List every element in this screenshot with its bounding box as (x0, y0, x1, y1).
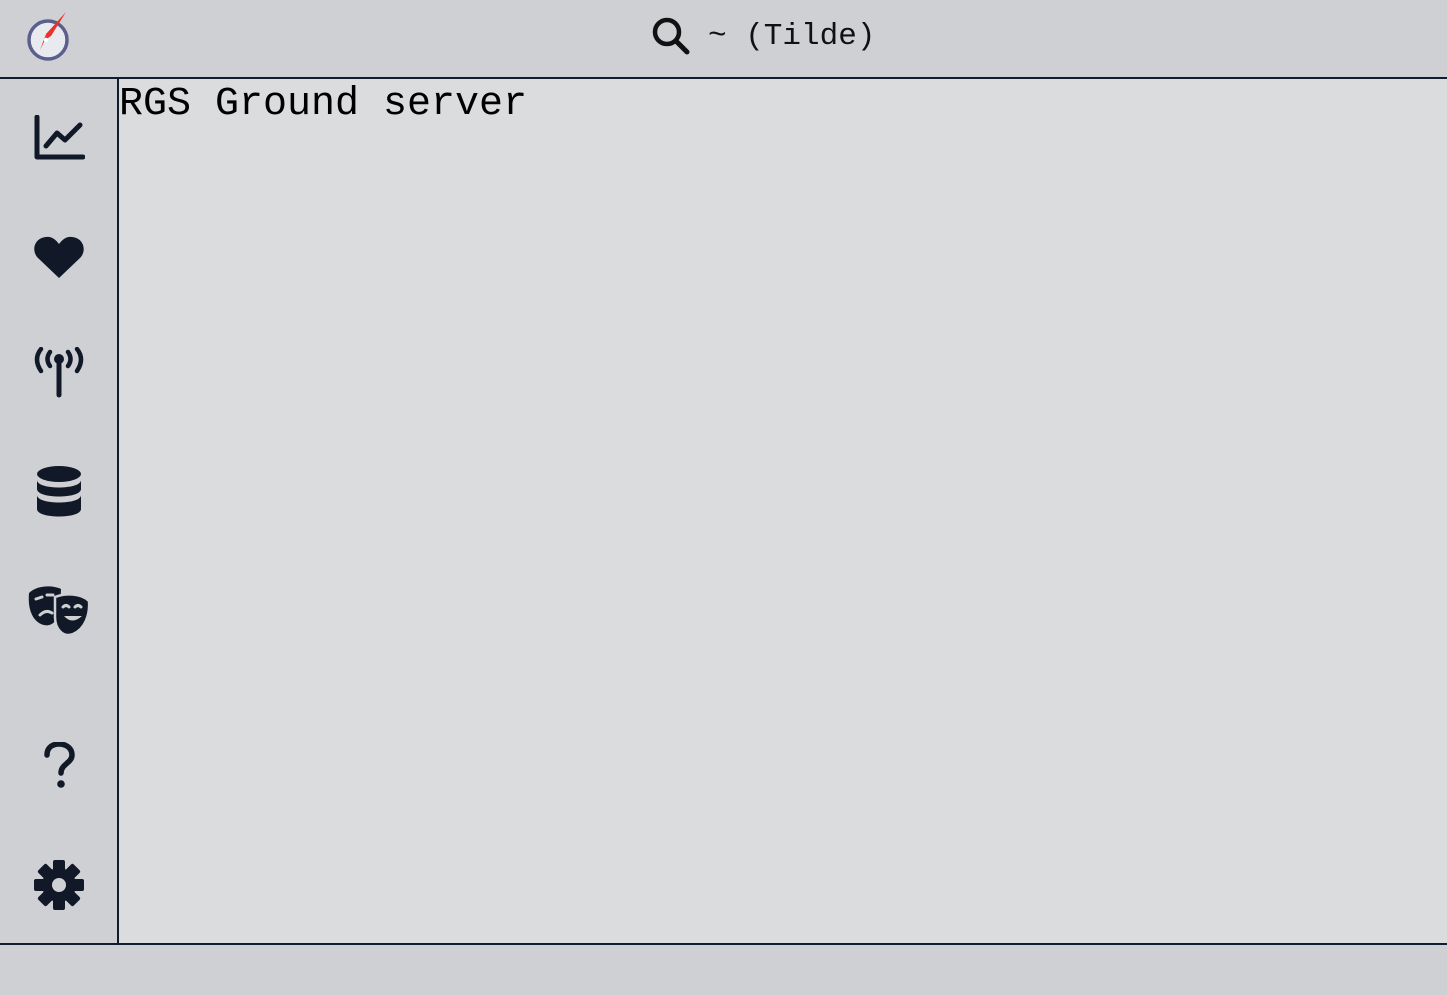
heart-icon (33, 234, 85, 280)
sidebar-item-health[interactable] (0, 207, 117, 307)
sidebar-item-theater[interactable] (0, 560, 117, 660)
main-content: RGS Ground server (119, 79, 1447, 943)
status-bar (0, 943, 1447, 995)
sidebar-item-settings[interactable] (0, 835, 117, 935)
sidebar (0, 79, 119, 943)
sidebar-item-help[interactable] (0, 716, 117, 816)
sidebar-item-telemetry[interactable] (0, 323, 117, 423)
line-chart-icon (33, 115, 85, 161)
search-icon (652, 17, 690, 55)
page-title: RGS Ground server (119, 82, 528, 127)
theater-masks-icon (27, 583, 91, 637)
search-button[interactable]: ~ (Tilde) (652, 16, 875, 56)
compass-logo-icon[interactable] (24, 10, 72, 62)
gear-icon (33, 859, 85, 911)
broadcast-tower-icon (30, 347, 88, 399)
sidebar-item-database[interactable] (0, 442, 117, 542)
top-bar: ~ (Tilde) (0, 0, 1447, 79)
question-mark-icon (42, 742, 76, 790)
sidebar-item-charts[interactable] (0, 88, 117, 188)
database-icon (35, 465, 83, 519)
search-shortcut-label: ~ (Tilde) (708, 18, 876, 54)
